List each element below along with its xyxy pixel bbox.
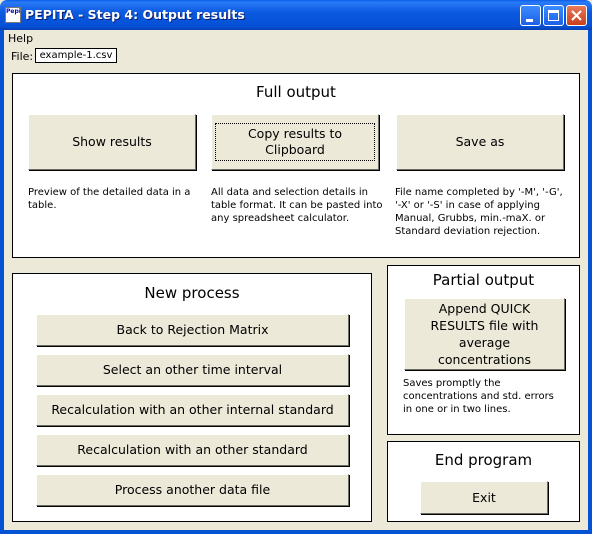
partial-output-description: Saves promptly the concentrations and st… <box>403 378 554 415</box>
back-to-rejection-matrix-button[interactable]: Back to Rejection Matrix <box>36 314 349 346</box>
app-icon: Pepi <box>5 7 21 23</box>
file-name-field: example-1.csv <box>35 48 117 63</box>
new-process-title: New process <box>144 284 240 302</box>
copy-to-clipboard-button[interactable]: Copy results to Clipboard <box>211 114 379 170</box>
save-as-button[interactable]: Save as <box>396 114 564 170</box>
window-frame-left <box>0 30 4 534</box>
recalc-standard-button[interactable]: Recalculation with an other standard <box>36 434 349 466</box>
full-output-panel: Full output Show results Copy results to… <box>12 73 580 258</box>
maximize-icon <box>548 10 559 21</box>
new-process-panel: New process Back to Rejection Matrix Sel… <box>12 273 372 522</box>
minimize-icon <box>526 19 533 22</box>
select-time-interval-button[interactable]: Select an other time interval <box>36 354 349 386</box>
partial-output-title: Partial output <box>432 271 535 289</box>
full-output-title: Full output <box>256 83 336 101</box>
title-bar: Pepi PEPITA - Step 4: Output results <box>0 0 592 30</box>
exit-button[interactable]: Exit <box>420 481 548 514</box>
process-another-file-button[interactable]: Process another data file <box>36 474 349 506</box>
recalc-internal-standard-button[interactable]: Recalculation with an other internal sta… <box>36 394 349 426</box>
partial-output-panel: Partial output Append QUICK RESULTS file… <box>387 265 580 435</box>
maximize-button[interactable] <box>543 5 564 26</box>
window-frame-bottom <box>0 530 592 534</box>
minimize-button[interactable] <box>520 5 541 26</box>
menu-help[interactable]: Help <box>8 32 33 45</box>
copy-description: All data and selection details in table … <box>211 187 383 224</box>
close-icon <box>571 10 582 21</box>
window-frame-right <box>588 30 592 534</box>
save-as-description: File name completed by '-M', '-G', '-X' … <box>395 187 563 237</box>
close-button[interactable] <box>566 5 587 26</box>
file-label: File: <box>11 50 34 63</box>
window-title: PEPITA - Step 4: Output results <box>25 7 245 22</box>
show-results-button[interactable]: Show results <box>28 114 196 170</box>
append-quick-results-button[interactable]: Append QUICK RESULTS file with average c… <box>404 298 565 370</box>
end-program-title: End program <box>434 451 533 469</box>
end-program-panel: End program Exit <box>387 441 580 522</box>
show-results-description: Preview of the detailed data in a table. <box>28 187 191 211</box>
